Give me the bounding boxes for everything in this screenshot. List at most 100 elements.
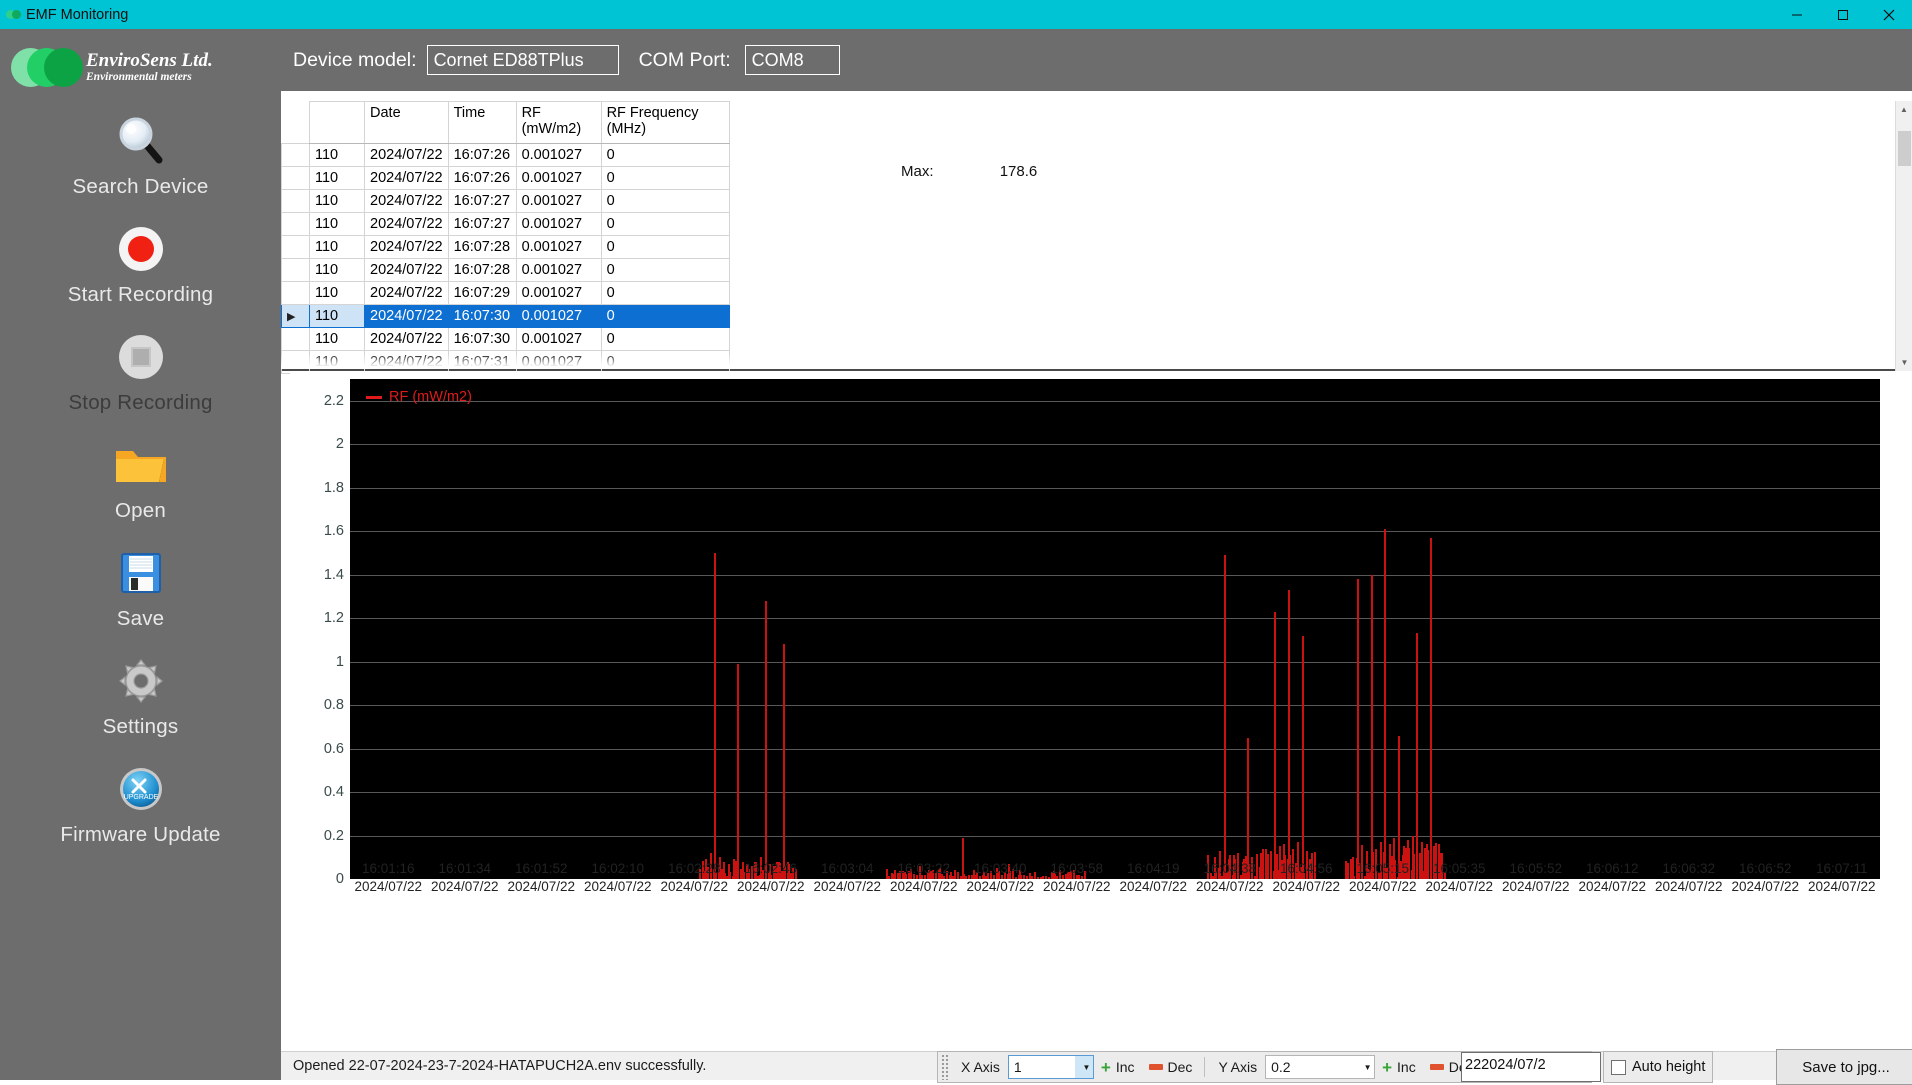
sidebar-item-open[interactable]: Open [0,437,281,523]
cell-index[interactable]: 110 [310,144,365,167]
cell-rf[interactable]: 0.001027 [516,167,601,190]
cell-index[interactable]: 110 [310,213,365,236]
cell-index[interactable]: 110 [310,190,365,213]
table-row[interactable]: 1102024/07/2216:07:270.0010270 [282,213,730,236]
cell-index[interactable]: 110 [310,167,365,190]
cell-index[interactable]: 110 [310,236,365,259]
cell-time[interactable]: 16:07:27 [448,213,516,236]
cell-date[interactable]: 2024/07/22 [365,236,449,259]
row-selector-arrow-icon[interactable]: ▶ [282,305,310,328]
cell-index[interactable]: 110 [310,259,365,282]
scroll-down-icon[interactable]: ▼ [1896,354,1912,371]
sidebar-item-firmware-update[interactable]: UPGRADE Firmware Update [0,761,281,847]
cell-time[interactable]: 16:07:28 [448,236,516,259]
table-row[interactable]: 1102024/07/2216:07:300.0010270 [282,328,730,351]
cell-rf[interactable]: 0.001027 [516,190,601,213]
cell-time[interactable]: 16:07:30 [448,328,516,351]
cell-time[interactable]: 16:07:29 [448,282,516,305]
cell-date[interactable]: 2024/07/22 [365,305,449,328]
cell-date[interactable]: 2024/07/22 [365,282,449,305]
table-row[interactable]: 1102024/07/2216:07:270.0010270 [282,190,730,213]
table-row[interactable]: 1102024/07/2216:07:260.0010270 [282,167,730,190]
sidebar-item-start-recording[interactable]: Start Recording [0,221,281,307]
table-row[interactable]: 1102024/07/2216:07:290.0010270 [282,282,730,305]
cell-date[interactable]: 2024/07/22 [365,328,449,351]
cell-index[interactable]: 110 [310,282,365,305]
cell-frequency[interactable]: 0 [601,213,729,236]
cell-frequency[interactable]: 0 [601,305,729,328]
row-selector-arrow-icon[interactable] [282,213,310,236]
cell-time[interactable]: 16:07:27 [448,190,516,213]
column-header-index[interactable] [310,102,365,144]
cell-frequency[interactable]: 0 [601,259,729,282]
x-tick-label: 16:06:32 [1662,861,1715,876]
cell-rf[interactable]: 0.001027 [516,236,601,259]
table-row[interactable]: 1102024/07/2216:07:280.0010270 [282,236,730,259]
column-header-rf[interactable]: RF (mW/m2) [516,102,601,144]
maximize-icon[interactable] [1820,0,1866,29]
cell-time[interactable]: 16:07:30 [448,305,516,328]
auto-height-checkbox[interactable] [1611,1060,1626,1075]
row-selector-arrow-icon[interactable] [282,259,310,282]
cell-time[interactable]: 16:07:26 [448,167,516,190]
cell-index[interactable]: 110 [310,305,365,328]
cell-time[interactable]: 16:07:28 [448,259,516,282]
table-scrollbar[interactable]: ▲ ▼ [1895,101,1912,371]
chevron-down-icon[interactable]: ▼ [1075,1056,1093,1078]
cell-date[interactable]: 2024/07/22 [365,167,449,190]
x-axis-dec-button[interactable]: Dec [1142,1059,1200,1075]
row-selector-arrow-icon[interactable] [282,167,310,190]
auto-height-toggle[interactable]: Auto height [1603,1051,1713,1083]
table-row[interactable]: 1102024/07/2216:07:280.0010270 [282,259,730,282]
cell-frequency[interactable]: 0 [601,282,729,305]
cell-frequency[interactable]: 0 [601,328,729,351]
measurements-grid: Date Time RF (mW/m2) RF Frequency (MHz) … [281,101,1912,371]
cell-rf[interactable]: 0.001027 [516,282,601,305]
column-header-time[interactable]: Time [448,102,516,144]
rf-chart[interactable]: 2.221.81.61.41.210.80.60.40.20 RF (mW/m2… [290,371,1910,907]
column-header-date[interactable]: Date [365,102,449,144]
row-selector-arrow-icon[interactable] [282,282,310,305]
close-icon[interactable] [1866,0,1912,29]
x-axis-inc-button[interactable]: + Inc [1094,1059,1142,1076]
cell-rf[interactable]: 0.001027 [516,259,601,282]
cell-rf[interactable]: 0.001027 [516,144,601,167]
row-selector-arrow-icon[interactable] [282,190,310,213]
sidebar-item-settings[interactable]: Settings [0,653,281,739]
sidebar-item-stop-recording[interactable]: Stop Recording [0,329,281,415]
chevron-down-icon[interactable]: ▼ [1356,1056,1374,1078]
sync-time-field[interactable]: 222024/07/2 [1461,1052,1601,1082]
cell-time[interactable]: 16:07:26 [448,144,516,167]
table-row[interactable]: 1102024/07/2216:07:260.0010270 [282,144,730,167]
com-port-field[interactable]: COM8 [745,45,840,75]
row-selector-arrow-icon[interactable] [282,144,310,167]
y-axis-inc-button[interactable]: + Inc [1375,1059,1423,1076]
table-row[interactable]: ▶1102024/07/2216:07:300.0010270 [282,305,730,328]
cell-date[interactable]: 2024/07/22 [365,144,449,167]
chart-plot-area[interactable]: RF (mW/m2) [350,379,1880,879]
x-axis-input[interactable]: 1 ▼ [1008,1055,1094,1079]
minimize-icon[interactable] [1774,0,1820,29]
cell-date[interactable]: 2024/07/22 [365,213,449,236]
column-header-rf-line2: (mW/m2) [522,121,596,137]
column-header-frequency[interactable]: RF Frequency (MHz) [601,102,729,144]
cell-rf[interactable]: 0.001027 [516,305,601,328]
cell-rf[interactable]: 0.001027 [516,328,601,351]
sidebar-item-save[interactable]: Save [0,545,281,631]
scrollbar-thumb[interactable] [1898,131,1911,166]
sidebar-item-search-device[interactable]: Search Device [0,113,281,199]
cell-date[interactable]: 2024/07/22 [365,259,449,282]
cell-frequency[interactable]: 0 [601,144,729,167]
scroll-up-icon[interactable]: ▲ [1896,101,1912,118]
cell-frequency[interactable]: 0 [601,167,729,190]
row-selector-arrow-icon[interactable] [282,236,310,259]
cell-index[interactable]: 110 [310,328,365,351]
device-model-field[interactable]: Cornet ED88TPlus [427,45,619,75]
cell-frequency[interactable]: 0 [601,236,729,259]
y-axis-input[interactable]: 0.2 ▼ [1265,1055,1375,1079]
toolbar-grip-handle[interactable] [941,1054,950,1080]
cell-frequency[interactable]: 0 [601,190,729,213]
row-selector-arrow-icon[interactable] [282,328,310,351]
cell-rf[interactable]: 0.001027 [516,213,601,236]
cell-date[interactable]: 2024/07/22 [365,190,449,213]
